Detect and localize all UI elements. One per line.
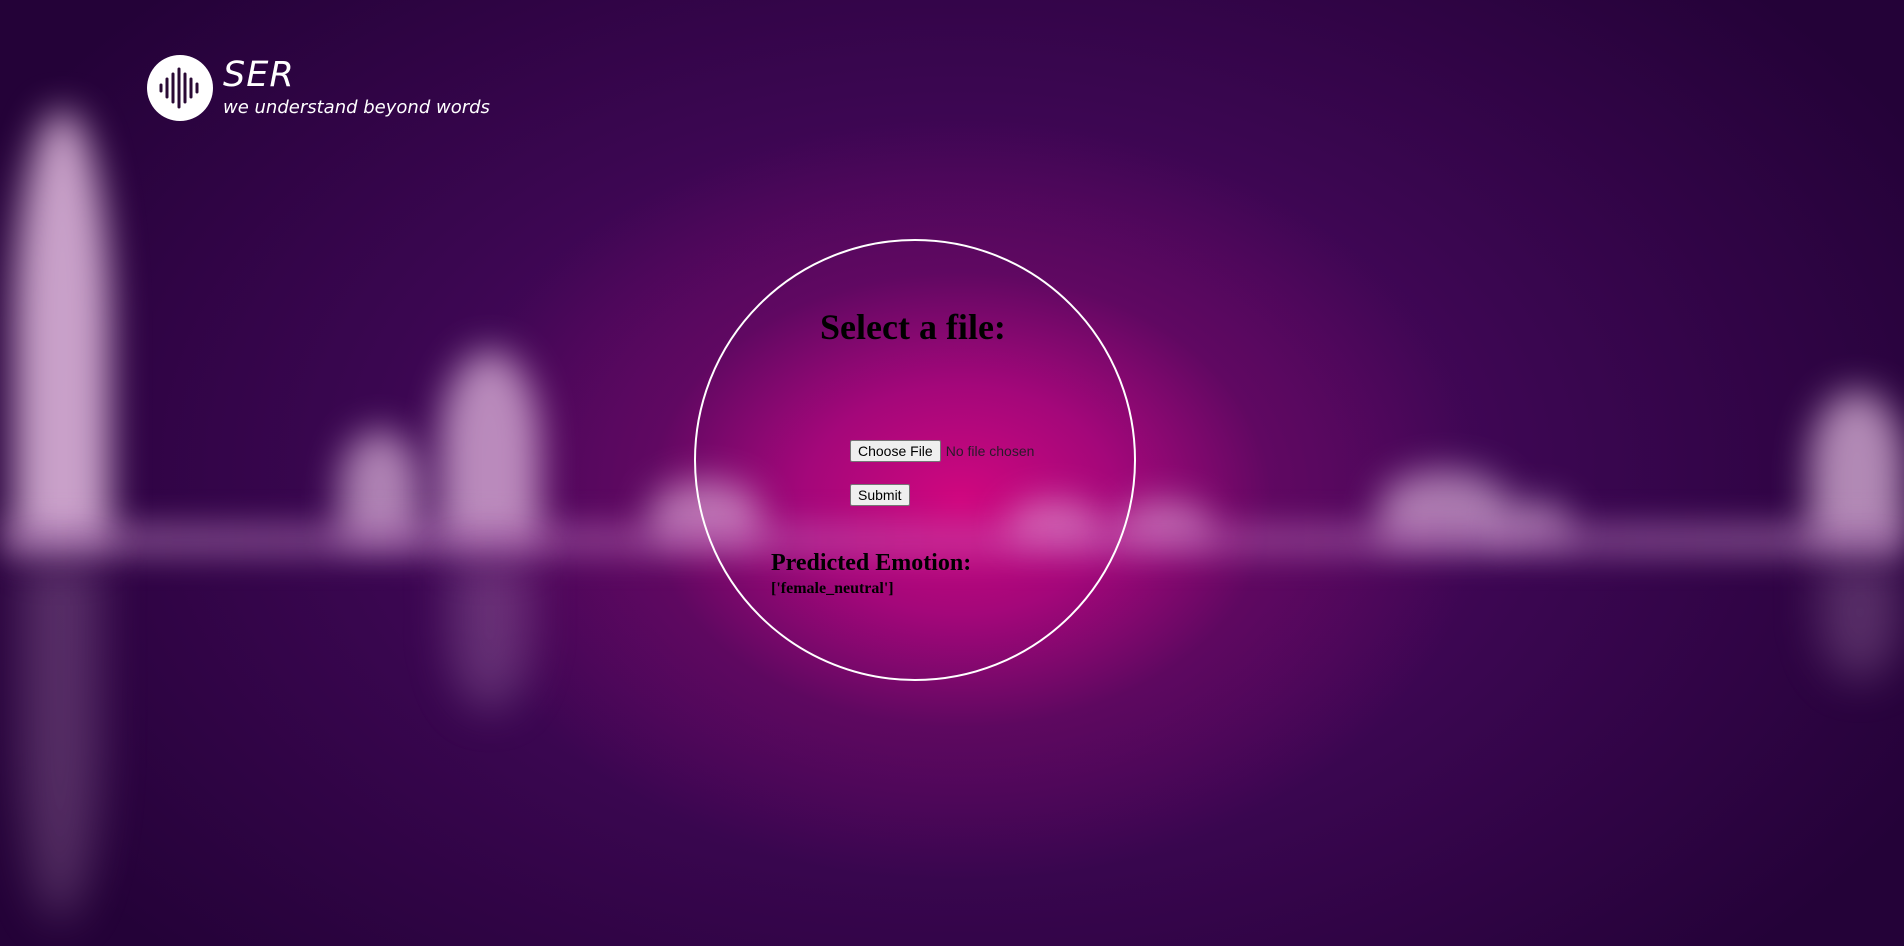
brand-title: SER <box>223 55 295 95</box>
result-value: ['female_neutral'] <box>771 580 894 597</box>
submit-button[interactable]: Submit <box>850 484 910 506</box>
choose-file-button[interactable]: Choose File <box>850 440 941 462</box>
file-status-text: No file chosen <box>945 443 1035 459</box>
result-heading: Predicted Emotion: <box>771 550 972 576</box>
brand-tagline: we understand beyond words <box>223 97 490 118</box>
brand-logo: SER we understand beyond words <box>147 55 490 121</box>
file-input[interactable]: Choose File No file chosen <box>850 440 1034 462</box>
form-title: Select a file: <box>820 307 1006 347</box>
waveform-icon <box>147 55 213 121</box>
